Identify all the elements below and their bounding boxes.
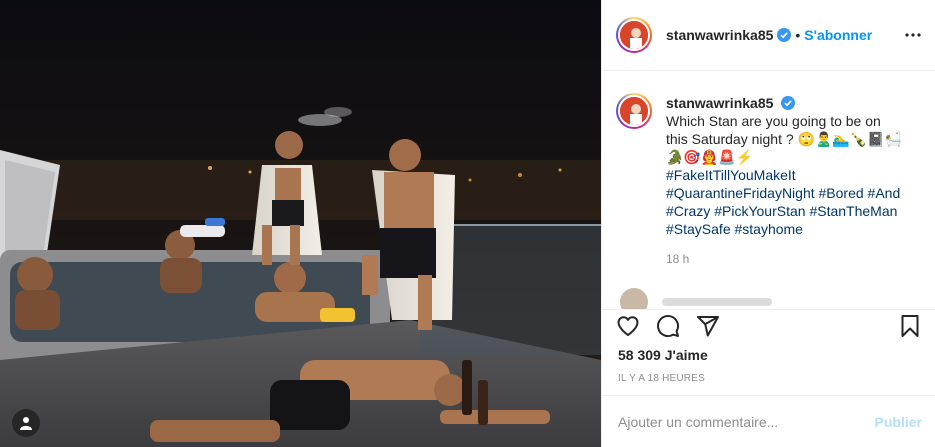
next-comment-preview	[616, 286, 916, 310]
hashtag-links[interactable]: #FakeItTillYouMakeIt #QuarantineFridayNi…	[666, 166, 906, 238]
comment-icon[interactable]	[656, 314, 680, 343]
comment-form: Publier	[602, 395, 935, 447]
caption: stanwawrinka85 Which Stan are you going …	[602, 72, 935, 268]
caption-time: 18 h	[666, 252, 690, 266]
username[interactable]: stanwawrinka85	[666, 27, 773, 43]
user-tag-icon[interactable]	[12, 409, 40, 437]
comment-input[interactable]	[618, 413, 875, 430]
caption-username[interactable]: stanwawrinka85	[666, 95, 773, 111]
follow-button[interactable]: S'abonner	[804, 27, 872, 43]
verified-badge-icon	[777, 28, 792, 42]
share-icon[interactable]	[696, 314, 720, 343]
caption-text: Which Stan are you going to be on this S…	[666, 113, 903, 165]
avatar[interactable]	[616, 17, 652, 53]
avatar-image	[618, 19, 650, 51]
caption-body: stanwawrinka85 Which Stan are you going …	[666, 94, 906, 268]
avatar-image	[618, 95, 650, 127]
photo-scene	[0, 0, 601, 447]
post-panel: stanwawrinka85 • S'abonner stanwawrinka8…	[601, 0, 935, 447]
publish-button[interactable]: Publier	[875, 414, 922, 430]
post-date[interactable]: IL Y A 18 HEURES	[618, 373, 705, 384]
post-header: stanwawrinka85 • S'abonner	[602, 0, 935, 71]
heart-icon[interactable]	[616, 314, 640, 343]
post-photo[interactable]	[0, 0, 601, 447]
separator-dot: •	[795, 27, 801, 43]
verified-badge-icon	[781, 96, 796, 110]
action-icons	[616, 314, 720, 343]
like-count[interactable]: 58 309 J'aime	[618, 347, 708, 363]
caption-avatar[interactable]	[616, 93, 652, 129]
more-options-icon[interactable]	[904, 26, 922, 49]
bookmark-icon[interactable]	[898, 314, 922, 343]
